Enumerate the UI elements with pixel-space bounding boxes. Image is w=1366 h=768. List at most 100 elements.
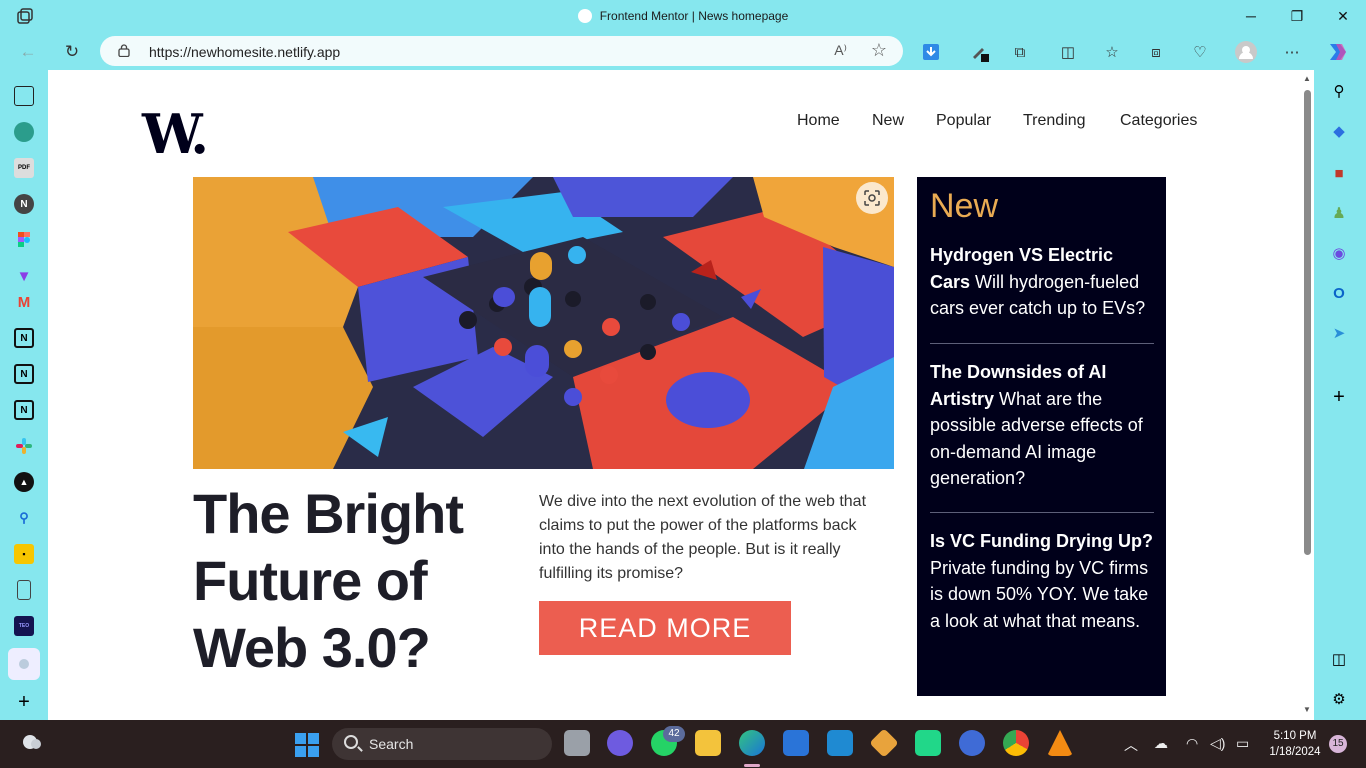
document-tab-icon[interactable]: [17, 580, 31, 600]
battery-icon[interactable]: ▭: [1236, 735, 1249, 752]
windows-start-icon[interactable]: [295, 733, 319, 757]
hero-image: [193, 177, 894, 469]
sidebar-tools-icon[interactable]: ■: [1328, 162, 1350, 184]
site-tab-icon[interactable]: TEO: [14, 616, 34, 636]
tab-title: Frontend Mentor | News homepage: [599, 9, 789, 23]
chatgpt-tab-icon[interactable]: [14, 122, 34, 142]
nav-popular[interactable]: Popular: [936, 112, 991, 130]
favorites-icon[interactable]: ☆: [1100, 40, 1124, 64]
new-panel-title: New: [930, 187, 999, 225]
teams-chat-icon[interactable]: [607, 730, 633, 756]
sidebar-settings-icon[interactable]: ⚙: [1328, 688, 1350, 710]
windows-taskbar: Search 42 ︿ ☁ ◠ ◁) ▭ 5:10 PM 1/18/2024 1…: [0, 720, 1366, 768]
volume-icon[interactable]: ◁): [1210, 735, 1225, 752]
nav-home[interactable]: Home: [797, 112, 840, 130]
chrome-icon[interactable]: [1003, 730, 1029, 756]
address-bar[interactable]: https://newhomesite.netlify.app A⁾ ☆: [100, 36, 903, 66]
vertical-tabs-sidebar: PDF N ▼ M N N N ▲ ⚲ ▪ TEO +: [0, 70, 48, 720]
scroll-down-icon[interactable]: ▼: [1303, 705, 1311, 714]
tab-actions-icon[interactable]: [14, 86, 34, 106]
split-screen-icon[interactable]: ◫: [1056, 40, 1080, 64]
vscode-icon[interactable]: [827, 730, 853, 756]
favicon-icon: [577, 9, 592, 23]
sidebar-outlook-icon[interactable]: O: [1328, 282, 1350, 304]
sidebar-search-icon[interactable]: ⚲: [1328, 80, 1350, 102]
performance-icon[interactable]: ♡: [1188, 40, 1212, 64]
pycharm-icon[interactable]: [915, 730, 941, 756]
js-tab-icon[interactable]: ▪: [14, 544, 34, 564]
search-tab-icon[interactable]: ⚲: [14, 508, 34, 528]
taskbar-search[interactable]: Search: [332, 728, 552, 760]
copilot-icon[interactable]: [1326, 40, 1350, 64]
notion-tab-icon[interactable]: N: [14, 400, 34, 420]
refresh-icon[interactable]: ↻: [58, 38, 86, 66]
onedrive-icon[interactable]: ☁: [1154, 735, 1168, 752]
vlc-icon[interactable]: [1047, 730, 1073, 756]
edge-sidebar: ⚲ ◆ ■ ♟ ◉ O ➤ + ◫ ⚙: [1314, 70, 1366, 720]
scrollbar-thumb[interactable]: [1304, 90, 1311, 555]
page-scrollbar[interactable]: ▲ ▼: [1302, 74, 1312, 714]
page-viewport: W. Home New Popular Trending Categories: [48, 70, 1314, 720]
notion-tab-icon[interactable]: N: [14, 328, 34, 348]
system-clock[interactable]: 5:10 PM 1/18/2024: [1262, 728, 1328, 760]
wifi-icon[interactable]: ◠: [1186, 735, 1198, 752]
new-article-item[interactable]: The Downsides of AI Artistry What are th…: [930, 359, 1154, 492]
scroll-up-icon[interactable]: ▲: [1303, 74, 1311, 83]
divider: [930, 343, 1154, 344]
minimize-button[interactable]: ─: [1228, 0, 1274, 32]
article-title[interactable]: Is VC Funding Drying Up?: [930, 531, 1153, 551]
gmail-tab-icon[interactable]: M: [14, 292, 34, 312]
extensions-icon[interactable]: ⧉: [1008, 40, 1032, 64]
new-article-item[interactable]: Hydrogen VS Electric Cars Will hydrogen-…: [930, 242, 1154, 322]
sidebar-m365-icon[interactable]: ◉: [1328, 242, 1350, 264]
pdf-tab-icon[interactable]: PDF: [14, 158, 34, 178]
close-button[interactable]: ✕: [1320, 0, 1366, 32]
n-tab-icon[interactable]: N: [14, 194, 34, 214]
vite-tab-icon[interactable]: ▼: [14, 266, 34, 286]
extension-pen-icon[interactable]: [968, 40, 992, 64]
back-icon[interactable]: ←: [14, 38, 42, 66]
canva-icon[interactable]: [959, 730, 985, 756]
microsoft-store-icon[interactable]: [783, 730, 809, 756]
restore-button[interactable]: ❐: [1274, 0, 1320, 32]
sidebar-send-icon[interactable]: ➤: [1328, 322, 1350, 344]
sidebar-games-icon[interactable]: ♟: [1328, 202, 1350, 224]
edge-browser-icon[interactable]: [739, 730, 765, 756]
collections-icon[interactable]: ⧈: [1144, 40, 1168, 64]
download-icon[interactable]: [919, 40, 943, 64]
task-view-icon[interactable]: [564, 730, 590, 756]
nav-categories[interactable]: Categories: [1120, 112, 1197, 130]
favicon-icon: [19, 659, 29, 669]
show-hidden-icons-chevron-icon[interactable]: ︿: [1124, 735, 1138, 755]
git-client-icon[interactable]: [869, 728, 899, 758]
weather-cloud-icon[interactable]: [20, 730, 44, 754]
more-menu-icon[interactable]: ⋯: [1280, 40, 1304, 64]
active-app-indicator: [744, 764, 760, 767]
active-tab-frontend-mentor[interactable]: [8, 648, 40, 680]
profile-avatar-icon[interactable]: [1234, 40, 1258, 64]
nav-new[interactable]: New: [872, 112, 904, 130]
nav-trending[interactable]: Trending: [1023, 112, 1086, 130]
visual-search-icon[interactable]: [856, 182, 888, 214]
read-aloud-icon[interactable]: A⁾: [834, 42, 847, 59]
new-article-item[interactable]: Is VC Funding Drying Up? Private funding…: [930, 528, 1154, 634]
new-articles-panel: New Hydrogen VS Electric Cars Will hydro…: [917, 177, 1166, 696]
sidebar-hide-icon[interactable]: ◫: [1328, 648, 1350, 670]
browser-toolbar: ← ↻ https://newhomesite.netlify.app A⁾ ☆…: [0, 32, 1366, 70]
window-title: Frontend Mentor | News homepage: [0, 9, 1366, 23]
sidebar-add-icon[interactable]: +: [1328, 386, 1350, 408]
new-tab-plus-icon[interactable]: +: [14, 691, 34, 713]
triangle-tab-icon[interactable]: ▲: [14, 472, 34, 492]
read-more-button[interactable]: READ MORE: [539, 601, 791, 655]
site-logo[interactable]: W.: [142, 102, 209, 166]
figma-tab-icon[interactable]: [14, 230, 34, 250]
notification-count-badge[interactable]: 15: [1329, 735, 1347, 753]
slack-tab-icon[interactable]: [14, 436, 34, 456]
favorite-star-icon[interactable]: ☆: [871, 40, 887, 61]
file-explorer-icon[interactable]: [695, 730, 721, 756]
notion-tab-icon[interactable]: N: [14, 364, 34, 384]
url-text[interactable]: https://newhomesite.netlify.app: [149, 44, 340, 60]
lock-icon: [118, 44, 130, 57]
sidebar-shopping-icon[interactable]: ◆: [1328, 120, 1350, 142]
whatsapp-badge: 42: [663, 726, 685, 742]
